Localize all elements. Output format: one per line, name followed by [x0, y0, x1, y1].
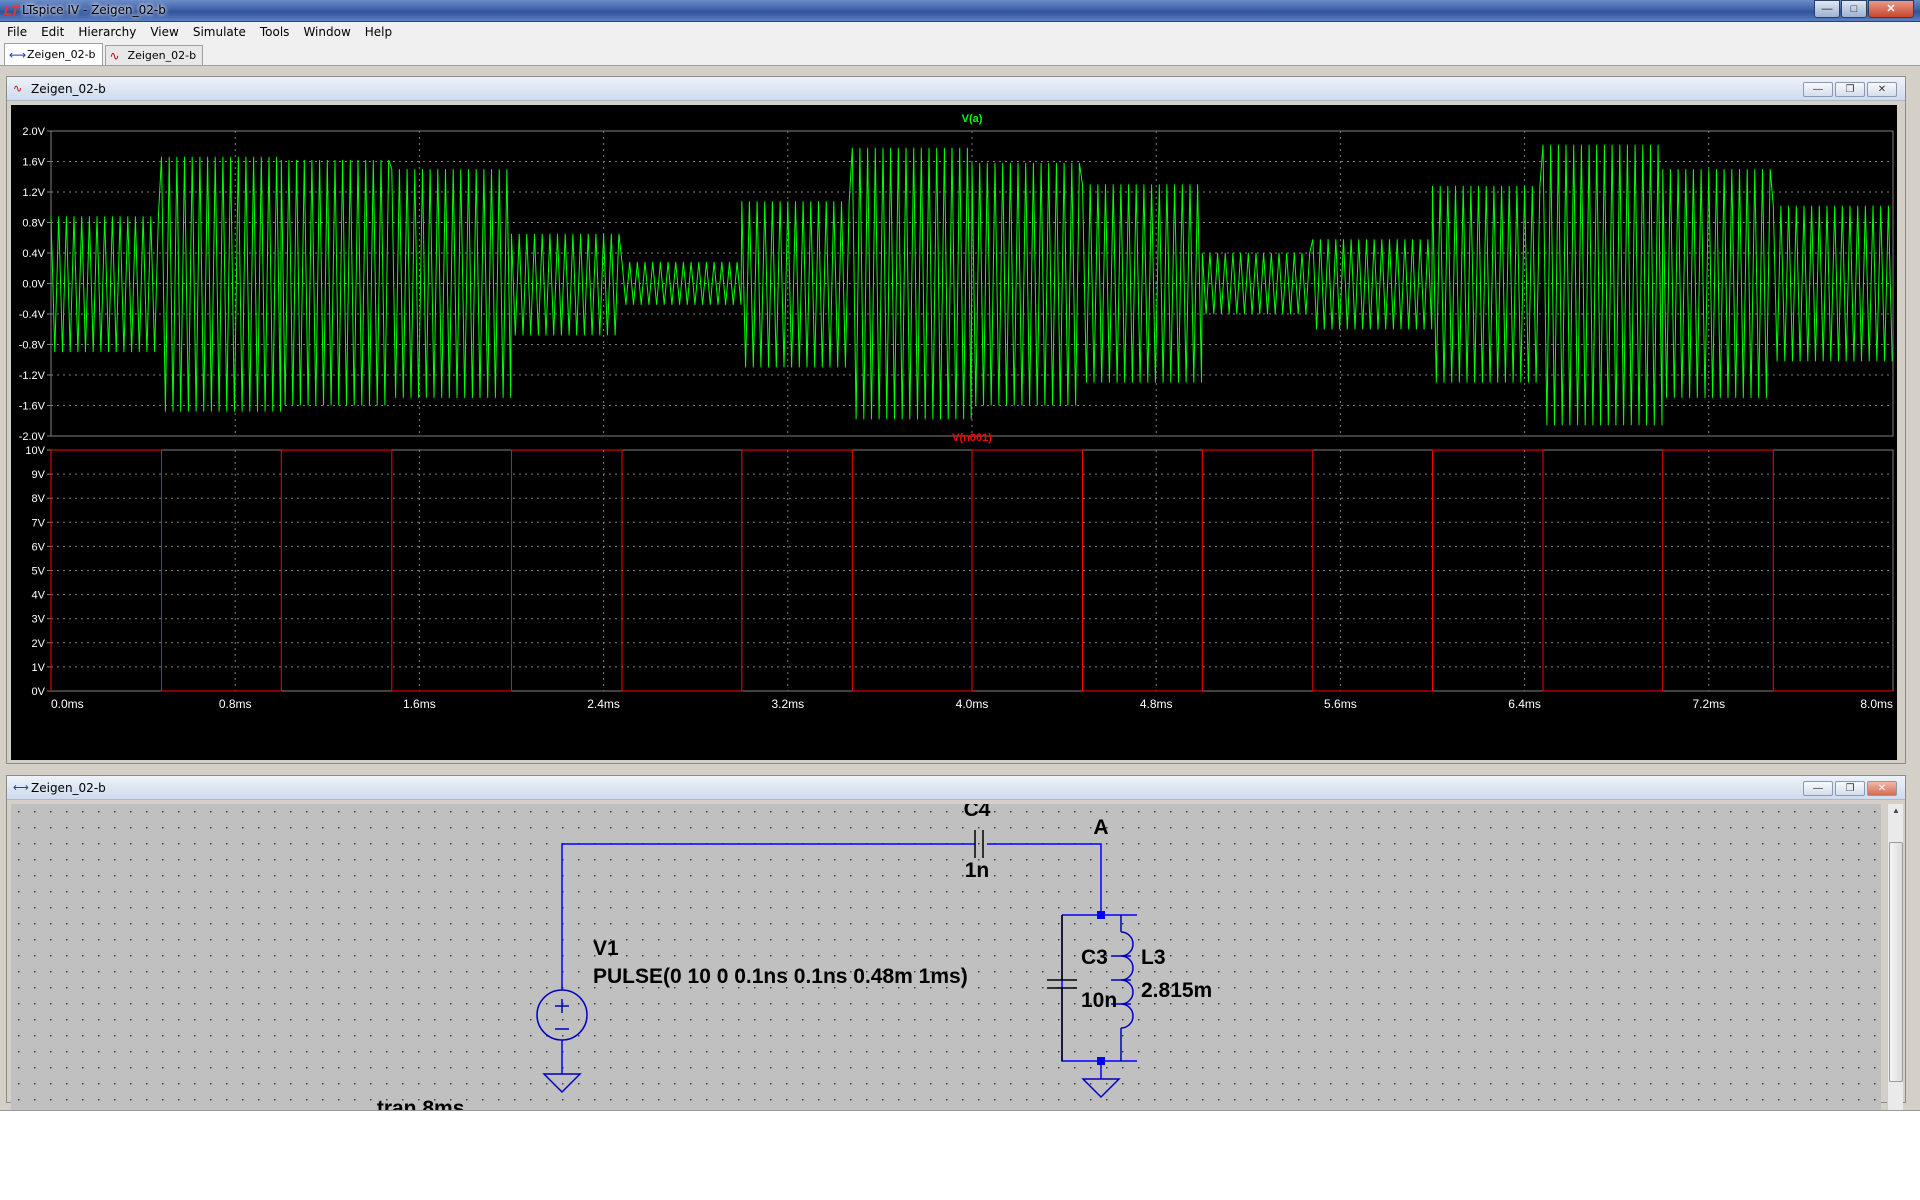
menu-help[interactable]: Help	[358, 25, 399, 39]
window-title: LTspice IV - Zeigen_02-b	[22, 3, 166, 17]
waveform-plots: 2.0V 1.6V 1.2V 0.8V 0.4V 0.0V -0.4V -0.8V -1.2V -…	[19, 113, 1894, 711]
schematic-canvas[interactable]: C4 1n A V1 PULSE(0 10 0 0.1ns 0.1ns 0.48…	[11, 804, 1881, 1122]
tab-label: Zeigen_02-b	[127, 49, 197, 62]
schematic-window-titlebar: ⟷ Zeigen_02-b — ❐ ✕	[7, 776, 1905, 800]
schematic-window: ⟷ Zeigen_02-b — ❐ ✕ C4 1n A V1 PULSE(0 1…	[6, 775, 1906, 1122]
x-tick-label: 1.6ms	[403, 697, 436, 711]
c4-value-label: 1n	[965, 859, 990, 882]
restore-button[interactable]: ❐	[1835, 82, 1865, 97]
title-bar: LT LTspice IV - Zeigen_02-b — □ ✕	[0, 0, 1920, 22]
node-a-junction	[1097, 911, 1105, 919]
c4-name-label: C4	[964, 804, 991, 821]
y-tick-label: -0.4V	[19, 309, 46, 321]
y-tick-label: -2.0V	[19, 431, 46, 443]
window-controls: — □ ✕	[1813, 0, 1914, 18]
y-tick-label: 1.2V	[22, 187, 45, 199]
y-tick-label: 10V	[25, 445, 45, 457]
close-button[interactable]: ✕	[1867, 82, 1897, 97]
minimize-button[interactable]: —	[1803, 781, 1833, 796]
y-tick-label: 0V	[32, 686, 46, 698]
waveform-window-titlebar: ∿ Zeigen_02-b — ❐ ✕	[7, 77, 1905, 101]
trace-va[interactable]	[50, 144, 1893, 426]
y-tick-label: 1.6V	[22, 157, 45, 169]
y-tick-label: 9V	[32, 469, 46, 481]
document-tab-bar: ⟷ Zeigen_02-b ∿ Zeigen_02-b	[0, 42, 1920, 66]
x-tick-label: 8.0ms	[1860, 697, 1893, 711]
c3-name-label: C3	[1081, 946, 1108, 969]
y-tick-label: 0.8V	[22, 218, 45, 230]
waveform-window-controls: — ❐ ✕	[1803, 82, 1897, 97]
x-tick-label: 0.0ms	[51, 697, 84, 711]
y-tick-label: 1V	[32, 662, 46, 674]
restore-button[interactable]: ❐	[1835, 781, 1865, 796]
c3-value-label: 10n	[1081, 989, 1117, 1012]
x-tick-label: 0.8ms	[219, 697, 252, 711]
y-tick-label: -1.2V	[19, 370, 46, 382]
trace-label[interactable]: V(n001)	[952, 432, 992, 444]
y-tick-label: 0.4V	[22, 248, 45, 260]
schematic-window-title: Zeigen_02-b	[31, 781, 106, 795]
waveform-icon: ∿	[109, 48, 120, 63]
y-tick-label: 3V	[32, 614, 46, 626]
waveform-icon: ∿	[13, 83, 23, 95]
close-button[interactable]: ✕	[1867, 781, 1897, 796]
ltspice-app: LT LTspice IV - Zeigen_02-b — □ ✕ File E…	[0, 0, 1920, 1200]
close-button[interactable]: ✕	[1868, 0, 1914, 18]
l3-value-label: 2.815m	[1141, 979, 1212, 1002]
schematic-grid	[11, 804, 1881, 1122]
minimize-button[interactable]: —	[1814, 0, 1840, 18]
schematic-icon: ⟷	[9, 47, 27, 62]
waveform-window-title: Zeigen_02-b	[31, 82, 106, 96]
y-tick-label: 6V	[32, 541, 46, 553]
menu-tools[interactable]: Tools	[253, 25, 297, 39]
y-tick-label: 8V	[32, 493, 46, 505]
v1-value-label: PULSE(0 10 0 0.1ns 0.1ns 0.48m 1ms)	[593, 965, 968, 988]
x-tick-label: 6.4ms	[1508, 697, 1541, 711]
schematic-drawing: C4 1n A V1 PULSE(0 10 0 0.1ns 0.1ns 0.48…	[11, 804, 1881, 1122]
schematic-icon: ⟷	[13, 782, 29, 794]
y-tick-label: 4V	[32, 590, 46, 602]
status-bar	[0, 1110, 1920, 1200]
x-tick-label: 4.0ms	[956, 697, 989, 711]
ltspice-logo-icon: LT	[4, 3, 19, 18]
menu-file[interactable]: File	[0, 25, 34, 39]
x-tick-label: 2.4ms	[587, 697, 620, 711]
tab-label: Zeigen_02-b	[27, 48, 96, 61]
l3-name-label: L3	[1141, 946, 1166, 969]
waveform-window: ∿ Zeigen_02-b — ❐ ✕ 2.0V 1.6V 1.2V 0.8V 0.4V…	[6, 76, 1906, 764]
x-tick-label: 7.2ms	[1692, 697, 1725, 711]
y-tick-label: 2.0V	[22, 126, 45, 138]
y-tick-label: 0.0V	[22, 279, 45, 291]
waveform-plot-area[interactable]: 2.0V 1.6V 1.2V 0.8V 0.4V 0.0V -0.4V -0.8V -1.2V -…	[11, 105, 1897, 760]
scroll-thumb[interactable]	[1889, 842, 1903, 1082]
v1-name-label: V1	[593, 937, 619, 960]
x-tick-label: 4.8ms	[1140, 697, 1173, 711]
tab-schematic[interactable]: ⟷ Zeigen_02-b	[4, 43, 103, 65]
node-b-junction	[1097, 1057, 1105, 1065]
net-label-a[interactable]: A	[1093, 816, 1108, 839]
trace-label[interactable]: V(a)	[962, 113, 983, 125]
menu-bar: File Edit Hierarchy View Simulate Tools …	[0, 22, 1920, 42]
menu-simulate[interactable]: Simulate	[186, 25, 253, 39]
menu-edit[interactable]: Edit	[34, 25, 71, 39]
maximize-button[interactable]: □	[1841, 0, 1867, 18]
menu-hierarchy[interactable]: Hierarchy	[71, 25, 143, 39]
y-tick-label: -1.6V	[19, 401, 46, 413]
minimize-button[interactable]: —	[1803, 82, 1833, 97]
y-tick-label: 5V	[32, 566, 46, 578]
menu-window[interactable]: Window	[296, 25, 357, 39]
scroll-up-arrow-icon[interactable]: ▲	[1888, 804, 1904, 818]
y-tick-label: 7V	[32, 517, 46, 529]
tab-waveform[interactable]: ∿ Zeigen_02-b	[104, 45, 204, 65]
x-tick-label: 5.6ms	[1324, 697, 1357, 711]
schematic-window-controls: — ❐ ✕	[1803, 781, 1897, 796]
y-tick-label: 2V	[32, 638, 46, 650]
menu-view[interactable]: View	[143, 25, 185, 39]
y-tick-label: -0.8V	[19, 340, 46, 352]
schematic-vertical-scrollbar[interactable]: ▲ ▼	[1887, 804, 1903, 1122]
x-tick-label: 3.2ms	[771, 697, 804, 711]
